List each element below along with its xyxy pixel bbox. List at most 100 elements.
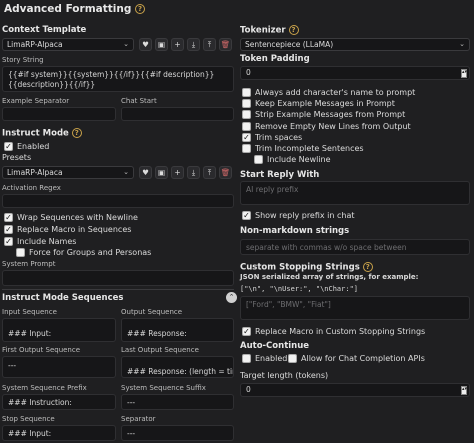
add-icon[interactable]: + — [171, 166, 184, 179]
replace-macro-row[interactable]: ✓ Replace Macro in Sequences — [4, 225, 131, 234]
system-prompt-textarea[interactable] — [2, 270, 234, 286]
system-prefix-textarea[interactable]: ### Instruction: — [2, 394, 116, 410]
system-prompt-label: System Prompt — [2, 260, 56, 268]
show-prefix-label: Show reply prefix in chat — [255, 211, 355, 220]
example-separator-input[interactable] — [2, 107, 116, 121]
auto-continue-enabled-checkbox[interactable] — [242, 354, 251, 363]
spinner-icon[interactable]: ▴▾ — [461, 69, 467, 78]
include-names-label: Include Names — [17, 237, 77, 246]
example-separator-label: Example Separator — [2, 97, 70, 105]
option-row[interactable]: Strip Example Messages from Prompt — [242, 110, 405, 119]
system-suffix-textarea[interactable]: --- — [121, 394, 234, 410]
trim-spaces-checkbox[interactable]: ✓ — [242, 133, 251, 142]
favorite-icon[interactable]: ♥ — [139, 38, 152, 51]
delete-icon[interactable]: 🗑 — [219, 38, 232, 51]
nonmarkdown-input[interactable]: separate with commas w/o space between — [240, 239, 470, 255]
activation-regex-input[interactable] — [2, 194, 234, 208]
target-length-value: 0 — [246, 385, 251, 394]
nonmarkdown-heading: Non-markdown strings — [240, 226, 350, 236]
export-icon[interactable]: ⤒ — [203, 38, 216, 51]
allow-chat-completion-label: Allow for Chat Completion APIs — [301, 354, 425, 363]
instruct-enabled-label: Enabled — [17, 142, 50, 151]
auto-continue-enabled-row[interactable]: Enabled — [242, 354, 287, 363]
separator-textarea[interactable]: --- — [121, 425, 234, 441]
import-icon[interactable]: ⤓ — [187, 166, 200, 179]
wrap-sequences-row[interactable]: ✓ Wrap Sequences with Newline — [4, 213, 138, 222]
replace-macro-checkbox[interactable]: ✓ — [4, 225, 13, 234]
token-padding-input[interactable]: 0 ▴▾ — [240, 66, 470, 80]
include-newline-label: Include Newline — [267, 155, 331, 164]
start-reply-textarea[interactable]: AI reply prefix — [240, 181, 470, 205]
help-icon[interactable]: ? — [288, 25, 299, 35]
include-names-checkbox[interactable]: ✓ — [4, 237, 13, 246]
instruct-enabled-row[interactable]: ✓ Enabled — [4, 142, 49, 151]
import-icon[interactable]: ⤓ — [187, 38, 200, 51]
option-label: Trim spaces — [255, 133, 303, 142]
instruct-mode-heading: Instruct Mode ? — [2, 128, 82, 139]
target-length-input[interactable]: 0 ▴▾ — [240, 383, 470, 397]
target-length-label: Target length (tokens) — [240, 371, 329, 380]
context-template-select[interactable]: LimaRP-Alpaca ⌄ — [2, 38, 134, 51]
help-icon[interactable]: ? — [362, 262, 373, 272]
instruct-mode-heading-text: Instruct Mode — [2, 128, 69, 139]
save-icon[interactable]: ▣ — [155, 38, 168, 51]
wrap-sequences-checkbox[interactable]: ✓ — [4, 213, 13, 222]
spinner-icon[interactable]: ▴▾ — [461, 386, 467, 395]
instruct-preset-select[interactable]: LimaRP-Alpaca ⌄ — [2, 166, 134, 179]
option-row[interactable]: Trim Incomplete Sentences — [242, 144, 364, 153]
favorite-icon[interactable]: ♥ — [139, 166, 152, 179]
show-prefix-checkbox[interactable]: ✓ — [242, 211, 251, 220]
chevron-down-icon: ⌄ — [123, 40, 129, 48]
option-label: Keep Example Messages in Prompt — [255, 99, 395, 108]
context-template-heading: Context Template — [2, 25, 87, 35]
stopping-strings-heading-text: Custom Stopping Strings — [240, 262, 360, 273]
output-sequence-textarea[interactable]: ### Response: — [121, 318, 234, 342]
option-label: Remove Empty New Lines from Output — [255, 122, 411, 131]
stopping-strings-desc: JSON serialized array of strings, for ex… — [240, 273, 419, 281]
first-output-label: First Output Sequence — [2, 346, 81, 354]
input-sequence-label: Input Sequence — [2, 308, 57, 316]
collapse-icon[interactable]: ⌃ — [226, 292, 237, 303]
instruct-enabled-checkbox[interactable]: ✓ — [4, 142, 13, 151]
help-icon[interactable]: ? — [135, 4, 146, 14]
stop-sequence-textarea[interactable]: ### Input: — [2, 425, 116, 441]
force-groups-row[interactable]: Force for Groups and Personas — [16, 248, 151, 257]
save-icon[interactable]: ▣ — [155, 166, 168, 179]
last-output-textarea[interactable]: ### Response: (length = tiny) — [121, 356, 234, 378]
story-string-textarea[interactable]: {{#if system}}{{system}}{{/if}}{{#if des… — [2, 66, 234, 92]
strip-examples-checkbox[interactable] — [242, 110, 251, 119]
option-row[interactable]: Remove Empty New Lines from Output — [242, 122, 411, 131]
remove-empty-lines-checkbox[interactable] — [242, 122, 251, 131]
replace-macro-stop-checkbox[interactable]: ✓ — [242, 327, 251, 336]
include-newline-checkbox[interactable] — [254, 155, 263, 164]
tokenizer-select[interactable]: Sentencepiece (LLaMA) ⌄ — [240, 38, 470, 51]
system-prefix-label: System Sequence Prefix — [2, 384, 87, 392]
output-sequence-label: Output Sequence — [121, 308, 183, 316]
stopping-strings-placeholder: ["Ford", "BMW", "Fiat"] — [246, 300, 331, 309]
include-newline-row[interactable]: Include Newline — [254, 155, 331, 164]
page-title: Advanced Formatting ? — [4, 3, 146, 15]
trim-incomplete-checkbox[interactable] — [242, 144, 251, 153]
option-label: Always add character's name to prompt — [255, 88, 416, 97]
always-add-name-checkbox[interactable] — [242, 88, 251, 97]
add-icon[interactable]: + — [171, 38, 184, 51]
input-sequence-textarea[interactable]: ### Input: — [2, 318, 116, 342]
stopping-strings-textarea[interactable]: ["Ford", "BMW", "Fiat"] — [240, 296, 470, 320]
option-row[interactable]: Keep Example Messages in Prompt — [242, 99, 395, 108]
option-row[interactable]: ✓ Trim spaces — [242, 133, 302, 142]
allow-chat-completion-row[interactable]: Allow for Chat Completion APIs — [288, 354, 425, 363]
keep-examples-checkbox[interactable] — [242, 99, 251, 108]
export-icon[interactable]: ⤒ — [203, 166, 216, 179]
chat-start-input[interactable] — [121, 107, 234, 121]
allow-chat-completion-checkbox[interactable] — [288, 354, 297, 363]
first-output-textarea[interactable]: --- — [2, 356, 116, 378]
include-names-row[interactable]: ✓ Include Names — [4, 237, 76, 246]
page-title-text: Advanced Formatting — [4, 3, 132, 15]
delete-icon[interactable]: 🗑 — [219, 166, 232, 179]
force-groups-checkbox[interactable] — [16, 248, 25, 257]
option-row[interactable]: Always add character's name to prompt — [242, 88, 415, 97]
help-icon[interactable]: ? — [71, 128, 82, 138]
show-prefix-row[interactable]: ✓ Show reply prefix in chat — [242, 211, 355, 220]
replace-macro-stop-row[interactable]: ✓ Replace Macro in Custom Stopping String… — [242, 327, 425, 336]
auto-continue-enabled-label: Enabled — [255, 354, 288, 363]
